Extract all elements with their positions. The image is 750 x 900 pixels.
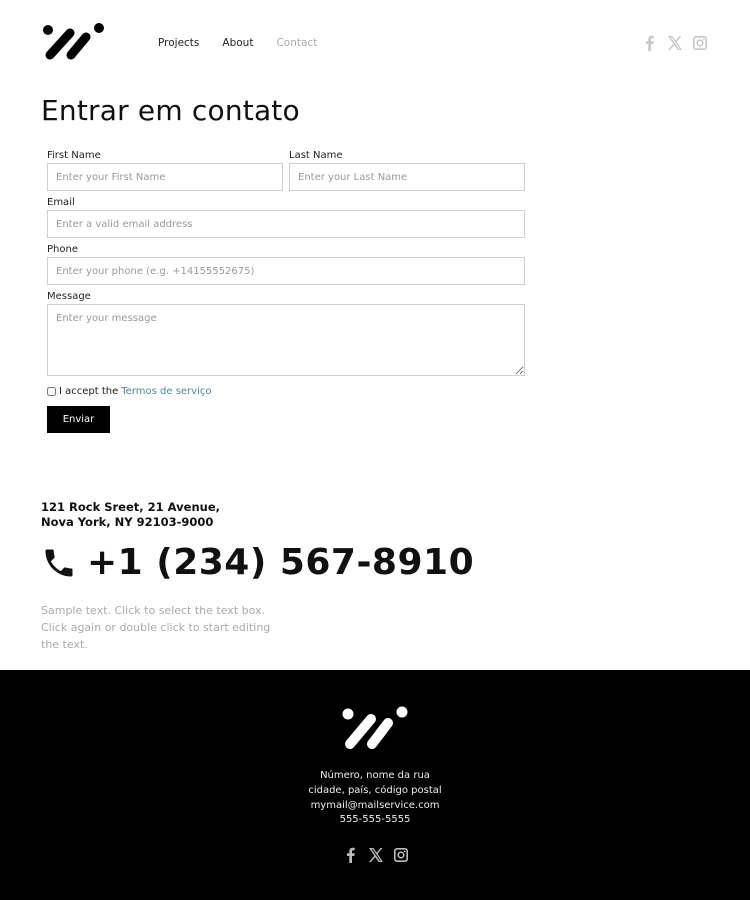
phone-input[interactable]: [47, 257, 525, 285]
phone-label: Phone: [47, 244, 78, 255]
footer: Número, nome da rua cidade, país, código…: [0, 670, 750, 900]
message-label: Message: [47, 291, 91, 302]
last-name-label: Last Name: [289, 150, 343, 161]
nav-contact[interactable]: Contact: [276, 37, 317, 49]
facebook-icon[interactable]: [343, 847, 359, 863]
facebook-icon[interactable]: [642, 35, 658, 51]
nav-about[interactable]: About: [222, 37, 253, 49]
address-line-2: Nova York, NY 92103-9000: [41, 515, 214, 529]
terms-text: I accept the: [59, 386, 119, 397]
x-icon[interactable]: [667, 35, 683, 51]
address-line-1: 121 Rock Sreet, 21 Avenue,: [41, 500, 220, 514]
footer-logo[interactable]: [341, 706, 409, 752]
instagram-icon[interactable]: [393, 847, 409, 863]
social-links-footer: [343, 847, 409, 863]
social-links-header: [642, 35, 708, 51]
submit-button[interactable]: Enviar: [47, 406, 110, 433]
footer-street: Número, nome da rua: [320, 770, 430, 781]
x-icon[interactable]: [368, 847, 384, 863]
message-textarea[interactable]: [47, 304, 525, 376]
phone-icon: [45, 549, 73, 576]
footer-email[interactable]: mymail@mailservice.com: [0, 799, 750, 814]
email-input[interactable]: [47, 210, 525, 238]
last-name-input[interactable]: [289, 163, 525, 191]
contact-form: First Name Last Name Email Phone Message…: [47, 150, 525, 433]
first-name-input[interactable]: [47, 163, 283, 191]
phone-display: +1 (234) 567-8910: [41, 542, 474, 583]
brand-logo[interactable]: [42, 22, 106, 62]
terms-link[interactable]: Termos de serviço: [121, 386, 211, 397]
page-title: Entrar em contato: [41, 94, 300, 127]
footer-phone[interactable]: 555-555-5555: [0, 813, 750, 828]
instagram-icon[interactable]: [692, 35, 708, 51]
footer-city: cidade, país, código postal: [308, 784, 442, 796]
header: Projects About Contact: [0, 0, 750, 90]
footer-info: Número, nome da rua cidade, país, código…: [0, 769, 750, 828]
terms-checkbox[interactable]: [47, 387, 56, 396]
terms-consent: I accept the Termos de serviço: [47, 386, 525, 397]
phone-number: +1 (234) 567-8910: [87, 542, 475, 583]
main-nav: Projects About Contact: [158, 37, 340, 49]
email-label: Email: [47, 197, 75, 208]
address: 121 Rock Sreet, 21 Avenue, Nova York, NY…: [41, 500, 220, 530]
nav-projects[interactable]: Projects: [158, 37, 199, 49]
first-name-label: First Name: [47, 150, 101, 161]
sample-text: Sample text. Click to select the text bo…: [41, 604, 271, 651]
